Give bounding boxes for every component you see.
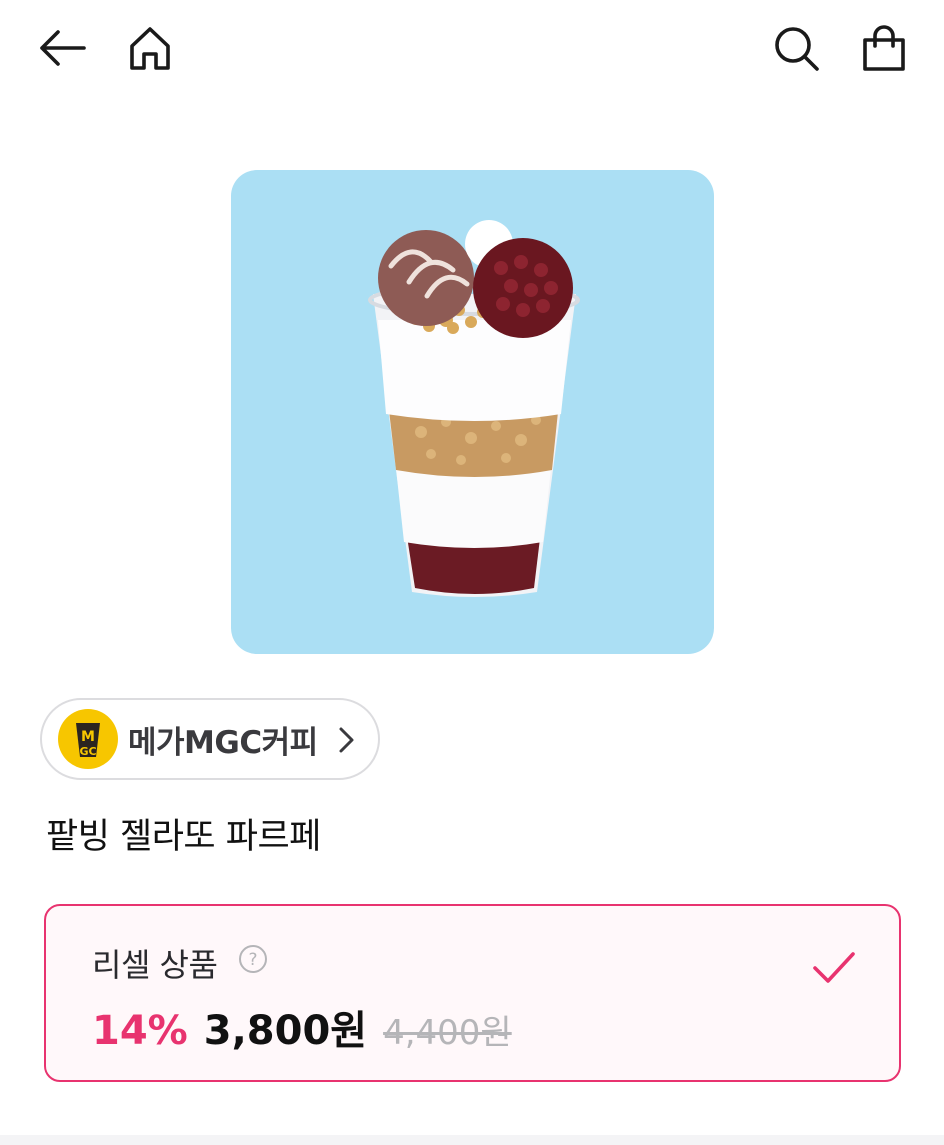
help-icon[interactable]: ? [238,944,268,974]
resale-option-card[interactable]: 리셀 상품 ? 14% 3,800원 4,400원 [44,904,901,1082]
check-icon [813,952,855,983]
original-price: 4,400원 [383,1013,512,1053]
product-title: 팥빙 젤라또 파르페 [46,817,321,857]
discount-rate: 14% [92,1008,188,1054]
sale-price: 3,800원 [203,1008,368,1054]
price-row: 14% 3,800원 4,400원 [92,998,512,1056]
product-image [231,170,714,654]
option-label: 리셀 상품 [92,946,218,984]
chevron-right-icon [339,727,354,753]
home-icon [130,27,170,70]
brand-chip[interactable]: M GC 메가MGC커피 [40,698,380,780]
shopping-bag-icon [863,25,905,71]
back-arrow-icon [40,30,86,66]
brand-logo: M GC [58,709,118,769]
top-nav-bar [0,0,944,100]
back-button[interactable] [34,20,90,76]
brand-name: 메가MGC커피 [128,724,318,761]
parfait-illustration [368,220,580,597]
svg-text:M: M [81,729,95,745]
search-button[interactable] [768,20,824,76]
svg-text:GC: GC [79,745,96,758]
section-divider [0,1135,944,1145]
cart-button[interactable] [856,20,912,76]
home-button[interactable] [122,20,178,76]
svg-text:?: ? [248,950,257,970]
search-icon [775,27,819,71]
